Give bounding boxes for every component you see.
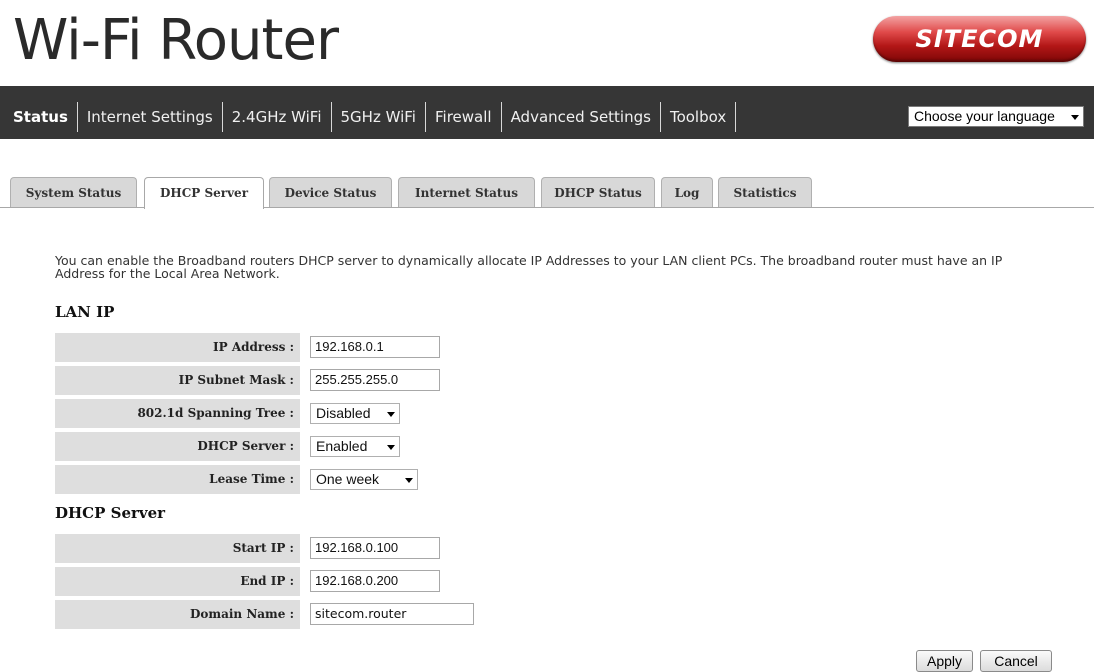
chevron-down-icon [1071,115,1079,120]
tab-system-status[interactable]: System Status [10,177,137,207]
tab-device-status[interactable]: Device Status [269,177,392,207]
tab-statistics[interactable]: Statistics [718,177,812,207]
subnet-mask-row: IP Subnet Mask : 255.255.255.0 [55,366,805,398]
language-select-value: Choose your language [914,108,1055,124]
spanning-tree-label: 802.1d Spanning Tree : [55,399,300,428]
logo-text: SITECOM [915,25,1044,53]
nav-toolbox[interactable]: Toolbox [659,102,735,132]
spanning-tree-value: Disabled [316,405,371,421]
chevron-down-icon [387,412,395,417]
lease-time-select[interactable]: One week [310,469,418,490]
lease-time-value: One week [316,471,380,487]
language-select[interactable]: Choose your language [908,106,1084,127]
domain-name-label: Domain Name : [55,600,300,629]
start-ip-row: Start IP : 192.168.0.100 [55,534,805,566]
end-ip-label: End IP : [55,567,300,596]
subnet-mask-input[interactable]: 255.255.255.0 [310,369,440,391]
domain-name-input[interactable]: sitecom.router [310,603,474,625]
tab-dhcp-status[interactable]: DHCP Status [541,177,655,207]
spanning-tree-select[interactable]: Disabled [310,403,400,424]
dhcp-server-label: DHCP Server : [55,432,300,461]
end-ip-input[interactable]: 192.168.0.200 [310,570,440,592]
nav-divider [735,102,737,132]
subnet-mask-label: IP Subnet Mask : [55,366,300,395]
dhcp-server-select[interactable]: Enabled [310,436,400,457]
chevron-down-icon [387,445,395,450]
tab-log[interactable]: Log [661,177,713,207]
ip-address-input[interactable]: 192.168.0.1 [310,336,440,358]
nav-firewall[interactable]: Firewall [424,102,501,132]
nav-24ghz-wifi[interactable]: 2.4GHz WiFi [221,102,331,132]
chevron-down-icon [405,478,413,483]
spanning-tree-row: 802.1d Spanning Tree : Disabled [55,399,805,431]
start-ip-input[interactable]: 192.168.0.100 [310,537,440,559]
sitecom-logo: SITECOM [873,16,1086,62]
start-ip-label: Start IP : [55,534,300,563]
main-nav: Status Internet Settings 2.4GHz WiFi 5GH… [13,102,737,132]
lease-time-row: Lease Time : One week [55,465,805,497]
nav-internet-settings[interactable]: Internet Settings [76,102,222,132]
ip-address-label: IP Address : [55,333,300,362]
lease-time-label: Lease Time : [55,465,300,494]
lan-ip-heading: LAN IP [55,303,115,321]
page-title: Wi-Fi Router [13,8,339,73]
dhcp-server-value: Enabled [316,438,368,454]
ip-address-row: IP Address : 192.168.0.1 [55,333,805,365]
nav-status[interactable]: Status [13,102,77,132]
tab-dhcp-server[interactable]: DHCP Server [144,177,264,209]
dhcp-server-row: DHCP Server : Enabled [55,432,805,464]
intro-text: You can enable the Broadband routers DHC… [55,253,1003,281]
domain-name-row: Domain Name : sitecom.router [55,600,805,632]
dhcp-server-heading: DHCP Server [55,504,166,522]
end-ip-row: End IP : 192.168.0.200 [55,567,805,599]
nav-5ghz-wifi[interactable]: 5GHz WiFi [330,102,425,132]
tab-internet-status[interactable]: Internet Status [398,177,535,207]
nav-advanced-settings[interactable]: Advanced Settings [500,102,660,132]
